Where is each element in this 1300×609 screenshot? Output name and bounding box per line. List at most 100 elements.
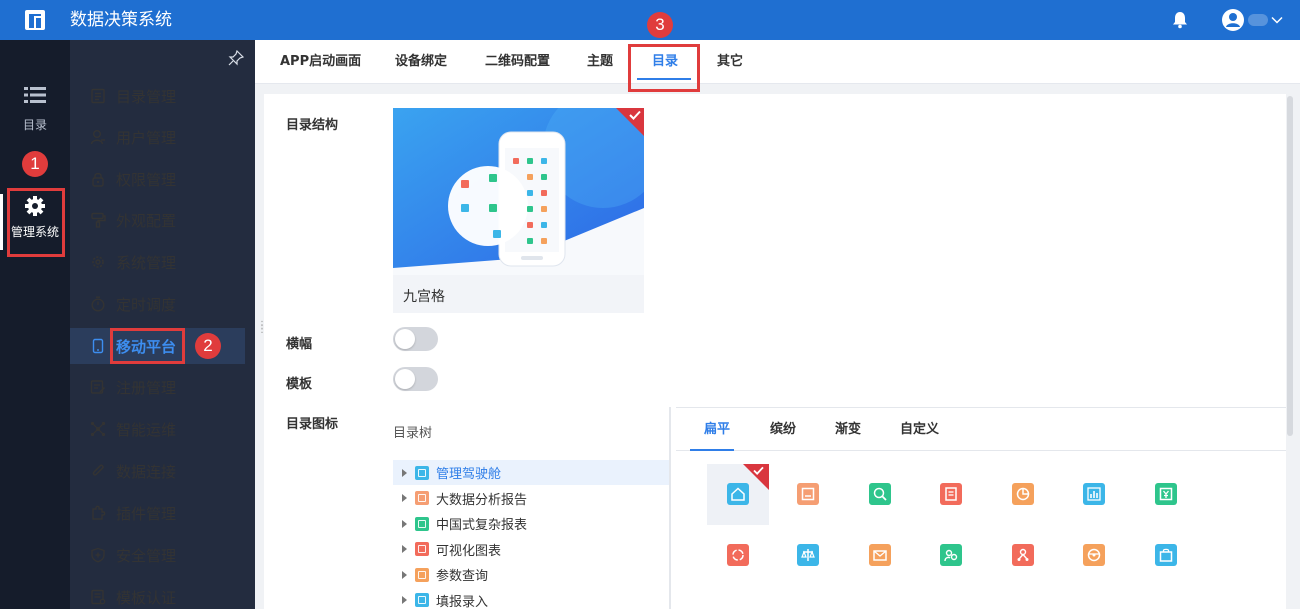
plugin-icon	[92, 505, 106, 520]
step-badge-2: 2	[195, 333, 221, 359]
icon-tab-custom[interactable]: 自定义	[900, 418, 939, 437]
list-icon	[24, 87, 46, 103]
sidebar-item-shield[interactable]: 安全管理	[70, 537, 245, 573]
sidebar-item-paint[interactable]: 外观配置	[70, 202, 245, 238]
scale-icon[interactable]	[797, 544, 819, 566]
folder-icon	[415, 593, 429, 607]
check-icon	[753, 466, 764, 475]
folder-icon	[415, 491, 429, 505]
icon-label: 目录图标	[286, 417, 339, 432]
tree-item[interactable]: 管理驾驶舱	[393, 460, 669, 485]
mail-icon[interactable]	[869, 544, 891, 566]
template-toggle[interactable]	[393, 367, 438, 391]
sidebar-item-label: 权限管理	[116, 170, 177, 189]
expand-arrow-icon[interactable]	[402, 570, 407, 579]
tab-device-binding[interactable]: 设备绑定	[395, 40, 447, 84]
search-icon[interactable]	[869, 483, 891, 505]
app-logo-icon	[25, 10, 45, 30]
user-avatar-icon[interactable]	[1222, 9, 1244, 31]
network-icon	[90, 421, 106, 437]
sidebar-item-timer[interactable]: 定时调度	[70, 286, 245, 322]
tab-other[interactable]: 其它	[717, 40, 743, 84]
cycle-icon[interactable]	[727, 544, 749, 566]
expand-arrow-icon[interactable]	[402, 494, 407, 502]
username[interactable]	[1248, 14, 1268, 26]
layout-caption: 九宫格	[403, 289, 445, 305]
banner-toggle[interactable]	[393, 327, 438, 351]
sidebar-item-label: 注册管理	[116, 378, 177, 397]
folder-icon	[415, 516, 429, 531]
expand-arrow-icon[interactable]	[402, 596, 407, 604]
pie-chart-icon[interactable]	[1012, 483, 1034, 505]
sidebar-item-template[interactable]: 模板认证	[70, 579, 245, 609]
drag-handle[interactable]: ⋮ ⋮	[257, 321, 267, 338]
sidebar-item-link[interactable]: 数据连接	[70, 453, 245, 489]
directory-tree: 目录树 管理驾驶舱 大数据分析报告中国式复杂报表可视化图表参数查询填报录入	[393, 407, 671, 609]
sidebar-item-label: 智能运维	[116, 420, 177, 439]
sidebar-item-register[interactable]: 注册管理	[70, 369, 245, 405]
tab-theme[interactable]: 主题	[587, 40, 613, 84]
sidebar-item-label: 数据连接	[116, 462, 177, 481]
chevron-down-icon[interactable]	[1270, 13, 1284, 27]
tree-item-label: 中国式复杂报表	[436, 518, 528, 533]
steering-icon[interactable]	[1083, 544, 1105, 566]
sidebar-item-network[interactable]: 智能运维	[70, 411, 245, 447]
layout-option-grid[interactable]: 九宫格	[393, 108, 644, 313]
expand-arrow-icon[interactable]	[402, 545, 407, 553]
rail-label: 目录	[22, 118, 47, 132]
sidebar-item-label: 目录管理	[116, 87, 177, 106]
tree-title: 目录树	[393, 426, 433, 441]
bell-icon[interactable]	[1172, 11, 1188, 29]
icon-tab-colorful[interactable]: 缤纷	[770, 418, 796, 437]
expand-arrow-icon[interactable]	[402, 468, 407, 477]
step-badge-3: 3	[647, 12, 673, 38]
folder-icon	[415, 542, 429, 556]
home-icon[interactable]	[727, 483, 749, 505]
report-icon[interactable]	[797, 483, 819, 505]
settings-tabs: APP启动画面 设备绑定 二维码配置 主题 目录 其它	[255, 40, 1300, 84]
tab-app-splash[interactable]: APP启动画面	[280, 40, 361, 84]
template-label: 模板	[286, 377, 313, 392]
sidebar-item-label: 安全管理	[116, 546, 177, 565]
sidebar-item-plugin[interactable]: 插件管理	[70, 495, 245, 531]
step-badge-1: 1	[22, 151, 48, 177]
tree-item-label: 参数查询	[436, 569, 489, 584]
org-icon[interactable]	[1012, 544, 1034, 566]
tree-item[interactable]: 可视化图表	[393, 537, 669, 562]
user-icon	[90, 130, 105, 145]
pin-icon[interactable]	[228, 50, 244, 66]
sidebar-item-label: 用户管理	[116, 128, 177, 147]
highlight-box-mobile-platform	[110, 328, 185, 364]
tree-item[interactable]: 大数据分析报告	[393, 486, 669, 511]
sidebar-item-label: 插件管理	[116, 504, 177, 523]
sidebar-item-label: 定时调度	[116, 295, 177, 314]
bar-chart-icon[interactable]	[1083, 483, 1105, 505]
rail-item-directory[interactable]: 目录	[0, 86, 70, 133]
tree-item[interactable]: 中国式复杂报表	[393, 511, 669, 536]
tree-item[interactable]: 填报录入	[393, 588, 669, 609]
bag-icon[interactable]	[1155, 544, 1177, 566]
register-icon	[90, 380, 106, 394]
sidebar-item-lock[interactable]: 权限管理	[70, 161, 245, 197]
sidebar-item-user[interactable]: 用户管理	[70, 119, 245, 155]
sidebar-item-label: 系统管理	[116, 253, 177, 272]
icon-tab-gradient[interactable]: 渐变	[835, 418, 861, 437]
scrollbar[interactable]	[1287, 96, 1293, 436]
tab-qrcode-config[interactable]: 二维码配置	[485, 40, 550, 84]
app-title: 数据决策系统	[70, 10, 172, 30]
expand-arrow-icon[interactable]	[402, 519, 407, 528]
highlight-box-admin-system	[7, 188, 65, 257]
team-icon[interactable]	[940, 544, 962, 566]
sidebar-item-gear[interactable]: 系统管理	[70, 244, 245, 280]
icon-tab-flat[interactable]: 扁平	[704, 418, 730, 437]
lock-icon	[92, 172, 104, 187]
sidebar-item-label: 外观配置	[116, 211, 177, 230]
sidebar-item-directory[interactable]: 目录管理	[70, 78, 245, 114]
tree-item[interactable]: 参数查询	[393, 562, 669, 587]
link-icon	[92, 464, 104, 476]
finance-icon[interactable]	[1155, 483, 1177, 505]
structure-label: 目录结构	[286, 118, 339, 133]
document-icon[interactable]	[940, 483, 962, 505]
highlight-box-directory-tab	[628, 44, 700, 92]
directory-icon	[91, 88, 105, 104]
